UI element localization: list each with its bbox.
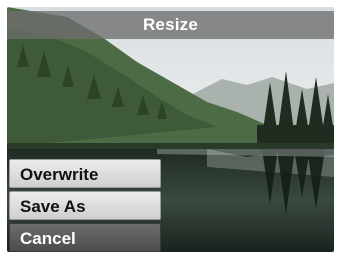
menu-item-cancel[interactable]: Cancel	[9, 223, 161, 252]
dialog-title: Resize	[7, 11, 334, 39]
menu-item-save-as[interactable]: Save As	[9, 191, 161, 220]
menu-item-overwrite[interactable]: Overwrite	[9, 159, 161, 188]
resize-menu: Overwrite Save As Cancel	[9, 159, 161, 255]
